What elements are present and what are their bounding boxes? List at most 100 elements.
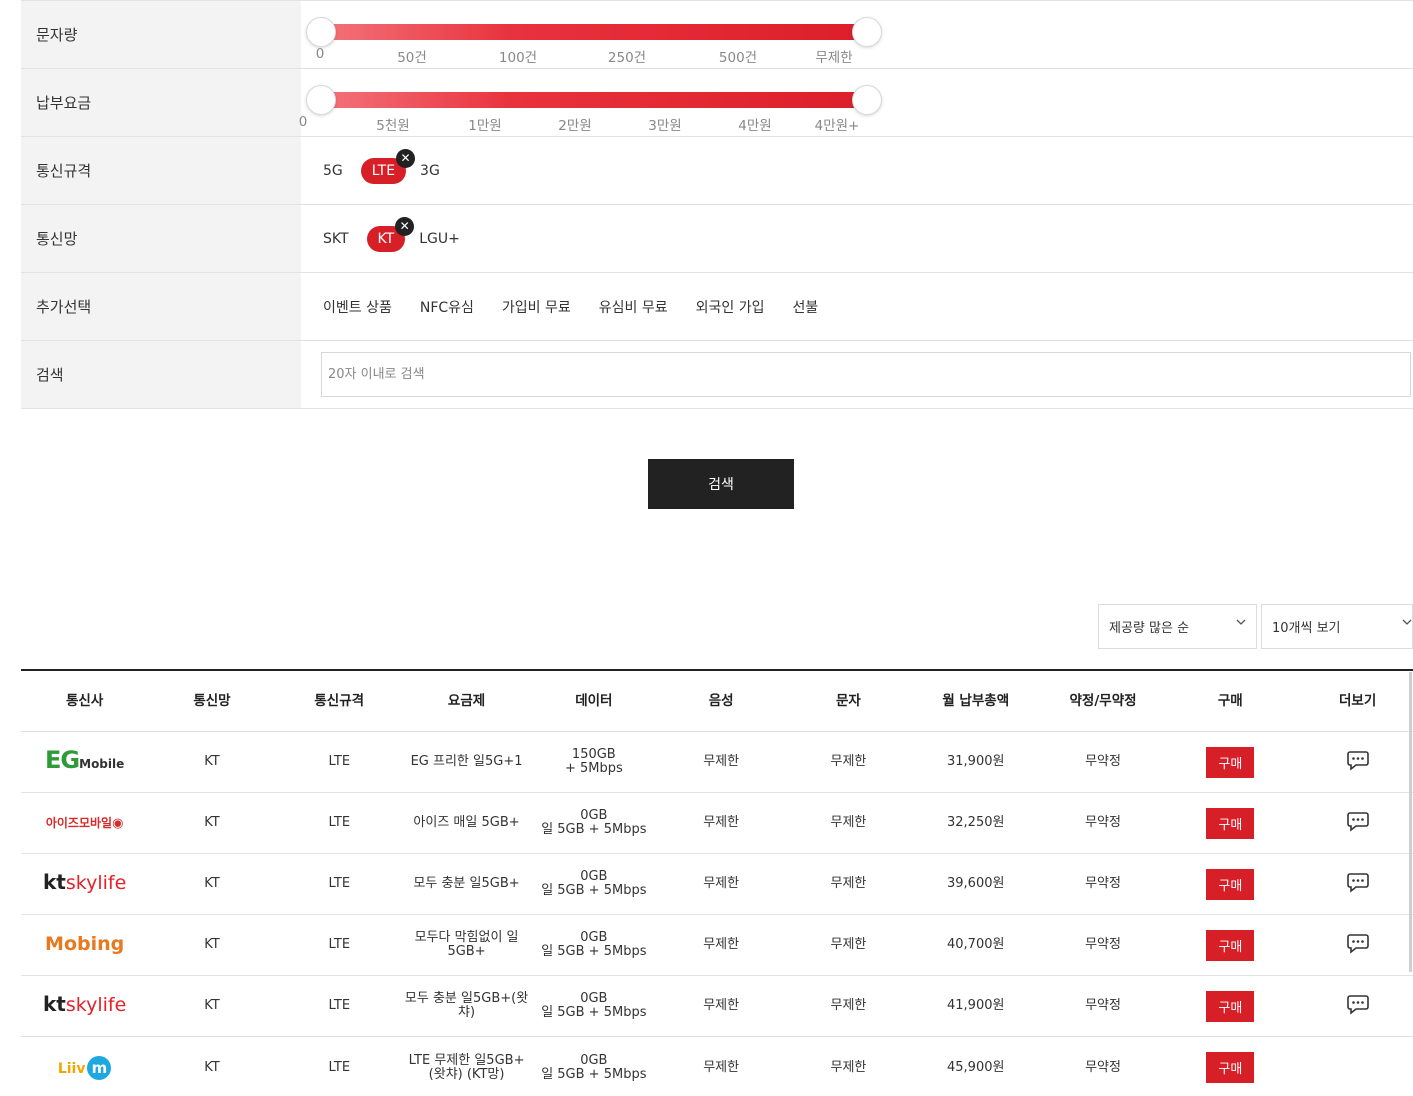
voice-cell: 무제한 — [703, 876, 740, 891]
voice-cell: 무제한 — [703, 937, 740, 952]
price-cell: 45,900원 — [947, 1059, 1005, 1075]
fee-tick: 2만원 — [558, 118, 592, 134]
spec-option-5g[interactable]: 5G — [323, 159, 343, 183]
col-header-plan: 요금제 — [447, 693, 486, 709]
spec-cell: LTE — [328, 998, 351, 1013]
voice-cell: 무제한 — [703, 998, 740, 1013]
price-cell: 40,700원 — [947, 937, 1005, 952]
fee-range-slider[interactable]: 0 5천원 1만원 2만원 3만원 4만원 4만원+ — [298, 69, 901, 137]
sort-order-value: 제공량 많은 순 — [1109, 621, 1190, 636]
plan-cell: EG 프리한 일5G+1 — [410, 754, 523, 769]
chevron-down-icon — [1402, 619, 1412, 625]
spec-cell: LTE — [328, 1059, 351, 1075]
data-cell: 0GB 일 5GB + 5Mbps — [530, 809, 657, 837]
network-option-lgu[interactable]: LGU+ — [419, 227, 460, 251]
texts-slider-max-handle[interactable] — [852, 17, 882, 47]
extra-option-free-usim[interactable]: 유심비 무료 — [599, 297, 668, 317]
data-cell: 0GB 일 5GB + 5Mbps — [530, 1052, 657, 1082]
fee-slider-max-handle[interactable] — [852, 85, 882, 115]
extra-option-nfc[interactable]: NFC유심 — [420, 297, 474, 317]
buy-button[interactable]: 구매 — [1206, 746, 1255, 778]
buy-button[interactable]: 구매 — [1206, 1052, 1255, 1083]
extra-option-free-signup[interactable]: 가입비 무료 — [502, 297, 571, 317]
spec-option-3g[interactable]: 3G — [420, 159, 440, 183]
buy-button[interactable]: 구매 — [1206, 929, 1255, 961]
carrier-logo: 아이즈모바일◉ — [45, 815, 124, 831]
plan-cell: 아이즈 매일 5GB+ — [413, 815, 520, 830]
carrier-logo-text: Mobile — [79, 756, 125, 771]
data-extra: + 5Mbps — [564, 761, 623, 776]
carrier-logo: EGMobile — [45, 745, 125, 774]
per-page-value: 10개씩 보기 — [1272, 621, 1341, 636]
extra-option-event[interactable]: 이벤트 상품 — [323, 297, 392, 317]
buy-button[interactable]: 구매 — [1206, 868, 1255, 900]
col-header-more: 더보기 — [1338, 693, 1377, 709]
table-scrollbar[interactable] — [1409, 672, 1412, 972]
voice-cell: 무제한 — [703, 1059, 740, 1075]
col-header-sms: 문자 — [836, 693, 861, 709]
spec-cell: LTE — [328, 815, 351, 830]
per-page-select[interactable]: 10개씩 보기 — [1261, 604, 1413, 649]
sms-cell: 무제한 — [830, 937, 867, 952]
col-header-contract: 약정/무약정 — [1069, 693, 1137, 709]
network-option-skt[interactable]: SKT — [323, 227, 349, 251]
network-cell: KT — [204, 937, 220, 952]
remove-kt-close-icon[interactable]: ✕ — [395, 216, 415, 236]
search-button[interactable]: 검색 — [648, 459, 794, 509]
data-amount: 0GB — [580, 869, 608, 884]
spec-cell: LTE — [328, 754, 351, 769]
col-header-data: 데이터 — [575, 693, 613, 709]
filter-label-network: 통신망 — [21, 205, 301, 272]
spec-cell: LTE — [328, 876, 351, 891]
contract-cell: 무약정 — [1085, 876, 1121, 891]
data-amount: 0GB — [580, 930, 608, 945]
search-input[interactable] — [321, 352, 1411, 397]
fee-slider-track — [321, 92, 867, 108]
texts-tick: 0 — [315, 46, 325, 62]
data-cell: 0GB 일 5GB + 5Mbps — [530, 931, 657, 959]
fee-tick: 0 — [298, 114, 308, 130]
chevron-down-icon — [1236, 619, 1246, 625]
extra-option-prepaid[interactable]: 선불 — [793, 297, 819, 317]
fee-tick: 4만원+ — [814, 118, 860, 134]
chat-bubbles-icon[interactable] — [1345, 810, 1371, 832]
plan-cell: 모두 충분 일5GB+ — [413, 876, 520, 891]
chat-bubbles-icon[interactable] — [1345, 749, 1371, 771]
extra-option-foreigner[interactable]: 외국인 가입 — [696, 297, 765, 317]
contract-cell: 무약정 — [1085, 937, 1121, 952]
sort-order-select[interactable]: 제공량 많은 순 — [1098, 604, 1257, 649]
voice-cell: 무제한 — [703, 754, 740, 769]
data-amount: 150GB — [571, 747, 616, 762]
texts-tick: 250건 — [607, 50, 647, 66]
filter-row-spec: 통신규격 5G LTE ✕ 3G — [21, 137, 1413, 205]
contract-cell: 무약정 — [1085, 754, 1121, 769]
texts-slider-min-handle[interactable] — [306, 17, 336, 47]
network-option-kt-selected[interactable]: KT ✕ — [366, 216, 415, 252]
texts-tick: 무제한 — [815, 50, 853, 66]
remove-lte-close-icon[interactable]: ✕ — [396, 148, 416, 168]
spec-option-lte-selected[interactable]: LTE ✕ — [360, 148, 416, 184]
network-cell: KT — [204, 998, 220, 1013]
filter-label-search: 검색 — [21, 341, 301, 408]
table-row: 아이즈모바일◉ KT LTE 아이즈 매일 5GB+ 0GB 일 5GB + 5M… — [21, 793, 1413, 854]
chat-bubbles-icon[interactable] — [1345, 932, 1371, 954]
data-extra: 일 5GB + 5Mbps — [541, 822, 647, 837]
contract-cell: 무약정 — [1085, 815, 1121, 830]
fee-slider-min-handle[interactable] — [306, 85, 336, 115]
buy-button[interactable]: 구매 — [1206, 807, 1255, 839]
price-cell: 39,600원 — [947, 876, 1005, 891]
network-option-kt-label: KT — [377, 230, 395, 247]
table-row: Liiv m KT LTE LTE 무제한 일5GB+ (왓챠) (KT망) 0G… — [21, 1037, 1413, 1096]
data-amount: 0GB — [580, 1052, 608, 1068]
texts-range-slider[interactable]: 0 50건 100건 250건 500건 무제한 — [301, 1, 901, 69]
fee-tick: 5천원 — [376, 118, 410, 134]
chat-bubbles-icon[interactable] — [1345, 871, 1371, 893]
fee-tick: 3만원 — [648, 118, 682, 134]
filter-label-extra: 추가선택 — [21, 273, 301, 340]
data-extra: 일 5GB + 5Mbps — [541, 1005, 647, 1020]
data-amount: 0GB — [580, 808, 608, 823]
chat-bubbles-icon[interactable] — [1345, 993, 1371, 1015]
carrier-logo: kt skylife — [43, 992, 127, 1016]
sms-cell: 무제한 — [830, 998, 867, 1013]
buy-button[interactable]: 구매 — [1206, 990, 1255, 1022]
